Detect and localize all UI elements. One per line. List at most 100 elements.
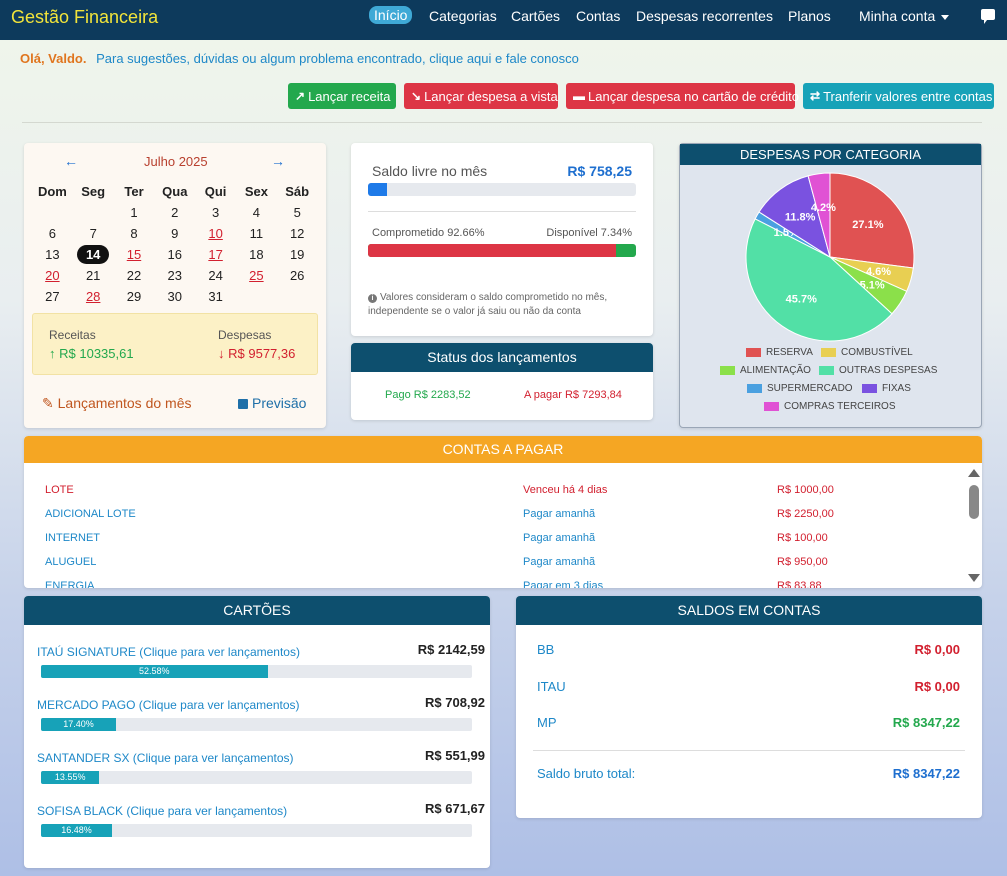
calendar-day[interactable]: 2 bbox=[154, 205, 195, 220]
calendar-day[interactable]: 28 bbox=[73, 289, 114, 304]
calendar-day[interactable]: 20 bbox=[32, 268, 73, 283]
calendar-day[interactable]: 8 bbox=[114, 226, 155, 241]
legend-supermercado[interactable]: SUPERMERCADO bbox=[747, 383, 853, 394]
account-name[interactable]: MP bbox=[537, 715, 557, 730]
legend-swatch bbox=[746, 348, 761, 357]
calendar-day[interactable]: 10 bbox=[195, 226, 236, 241]
transferir-valores-button[interactable]: ⇄ Tranferir valores entre contas bbox=[803, 83, 994, 109]
calendar-day[interactable]: 7 bbox=[73, 226, 114, 241]
pie-slice-label: 45.7% bbox=[786, 293, 817, 305]
brand-title[interactable]: Gestão Financeira bbox=[11, 7, 158, 28]
calendar-day[interactable]: 22 bbox=[114, 268, 155, 283]
cartoes-card: CARTÕES ITAÚ SIGNATURE (Clique para ver … bbox=[24, 596, 490, 868]
calendar-day[interactable]: 15 bbox=[114, 247, 155, 262]
calendar-day[interactable]: 17 bbox=[195, 247, 236, 262]
nav-minha-conta[interactable]: Minha conta bbox=[859, 8, 950, 24]
lancamentos-mes-link[interactable]: ✎ Lançamentos do mês bbox=[42, 395, 191, 412]
calendar-day[interactable]: 26 bbox=[277, 268, 318, 283]
calendar-day[interactable]: 5 bbox=[277, 205, 318, 220]
calendar-day[interactable]: 3 bbox=[195, 205, 236, 220]
calendar-day[interactable]: 29 bbox=[114, 289, 155, 304]
calendar-day[interactable]: 1 bbox=[114, 205, 155, 220]
previsao-link[interactable]: Previsão bbox=[238, 395, 306, 411]
legend-label: COMPRAS TERCEIROS bbox=[784, 401, 896, 412]
comprometido-label: Comprometido 92.66% bbox=[372, 227, 485, 239]
account-name[interactable]: ITAU bbox=[537, 679, 566, 694]
calendar-day[interactable]: 30 bbox=[154, 289, 195, 304]
lancar-despesa-cartao-button[interactable]: ▬ Lançar despesa no cartão de crédito bbox=[566, 83, 799, 109]
calendar-day[interactable]: 6 bbox=[32, 226, 73, 241]
nav-inicio[interactable]: Início bbox=[369, 6, 413, 24]
cartao-value: R$ 708,92 bbox=[425, 695, 485, 710]
trend-up-icon: ↗ bbox=[295, 89, 306, 103]
nav-contas[interactable]: Contas bbox=[576, 8, 620, 24]
cartao-usage-fill: 13.55% bbox=[41, 771, 100, 784]
nav-cartoes[interactable]: Cartões bbox=[511, 8, 560, 24]
account-name[interactable]: BB bbox=[537, 642, 554, 657]
calendar-day[interactable]: 24 bbox=[195, 268, 236, 283]
feedback-link[interactable]: Para sugestões, dúvidas ou algum problem… bbox=[96, 51, 579, 66]
calendar-day[interactable]: 16 bbox=[154, 247, 195, 262]
calendar-day[interactable]: 18 bbox=[236, 247, 277, 262]
conta-name: ENERGIA bbox=[45, 580, 95, 588]
contas-scrollbar[interactable] bbox=[964, 463, 982, 588]
cartao-link[interactable]: SOFISA BLACK (Clique para ver lançamento… bbox=[37, 804, 287, 818]
cartao-link[interactable]: MERCADO PAGO (Clique para ver lançamento… bbox=[37, 698, 300, 712]
arrow-left-icon[interactable]: ← bbox=[64, 153, 78, 169]
legend-alimentacao[interactable]: ALIMENTAÇÃO bbox=[720, 365, 811, 376]
legend-reserva[interactable]: RESERVA bbox=[746, 347, 813, 358]
pencil-icon: ✎ bbox=[42, 395, 58, 411]
cartao-value: R$ 551,99 bbox=[425, 748, 485, 763]
lancar-despesa-vista-label: Lançar despesa a vista bbox=[424, 88, 558, 104]
conta-row[interactable]: ADICIONAL LOTE Pagar amanhã R$ 2250,00 bbox=[24, 508, 964, 528]
conta-row[interactable]: INTERNET Pagar amanhã R$ 100,00 bbox=[24, 532, 964, 552]
calendar-day[interactable]: 13 bbox=[32, 247, 73, 262]
legend-outras-despesas[interactable]: OUTRAS DESPESAS bbox=[819, 365, 937, 376]
cartao-usage-fill: 52.58% bbox=[41, 665, 268, 678]
lancar-receita-button[interactable]: ↗ Lançar receita bbox=[288, 83, 396, 109]
chat-icon[interactable] bbox=[981, 9, 995, 24]
conta-name: LOTE bbox=[45, 484, 74, 496]
calendar-day[interactable]: 9 bbox=[154, 226, 195, 241]
nav-planos[interactable]: Planos bbox=[788, 8, 831, 24]
scroll-thumb[interactable] bbox=[969, 485, 979, 519]
calendar-day[interactable]: 31 bbox=[195, 289, 236, 304]
conta-value: R$ 83,88 bbox=[777, 580, 822, 588]
calendar-day[interactable]: 23 bbox=[154, 268, 195, 283]
conta-row[interactable]: ENERGIA Pagar em 3 dias R$ 83,88 bbox=[24, 580, 964, 588]
saldo-bruto-label: Saldo bruto total: bbox=[537, 766, 636, 781]
conta-value: R$ 2250,00 bbox=[777, 508, 834, 520]
calendar-day[interactable]: 21 bbox=[73, 268, 114, 283]
nav-despesas-recorrentes[interactable]: Despesas recorrentes bbox=[636, 8, 773, 24]
legend-compras-terceiros[interactable]: COMPRAS TERCEIROS bbox=[764, 401, 896, 412]
month-totals: Receitas ↑ R$ 10335,61 Despesas ↓ R$ 957… bbox=[32, 313, 318, 375]
calendar-day[interactable]: 19 bbox=[277, 247, 318, 262]
conta-status: Pagar amanhã bbox=[523, 532, 596, 544]
saldo-bruto-value: R$ 8347,22 bbox=[892, 766, 960, 781]
despesas-label: Despesas bbox=[218, 328, 272, 342]
scroll-down-icon[interactable] bbox=[968, 574, 980, 582]
divider bbox=[22, 122, 982, 123]
calendar-day[interactable]: 11 bbox=[236, 226, 277, 241]
cartao-usage-bar: 17.40% bbox=[41, 718, 472, 731]
arrow-right-icon[interactable]: → bbox=[271, 153, 285, 169]
scroll-up-icon[interactable] bbox=[968, 469, 980, 477]
conta-row[interactable]: LOTE Venceu há 4 dias R$ 1000,00 bbox=[24, 484, 964, 504]
calendar-day[interactable]: 27 bbox=[32, 289, 73, 304]
conta-value: R$ 1000,00 bbox=[777, 484, 834, 496]
calendar-day[interactable]: 14 bbox=[73, 245, 114, 264]
legend-combustivel[interactable]: COMBUSTÍVEL bbox=[821, 347, 913, 358]
cartao-link[interactable]: SANTANDER SX (Clique para ver lançamento… bbox=[37, 751, 294, 765]
cartao-link[interactable]: ITAÚ SIGNATURE (Clique para ver lançamen… bbox=[37, 645, 300, 659]
chevron-down-icon bbox=[941, 14, 950, 20]
nav-categorias[interactable]: Categorias bbox=[429, 8, 497, 24]
conta-row[interactable]: ALUGUEL Pagar amanhã R$ 950,00 bbox=[24, 556, 964, 576]
legend-swatch bbox=[720, 366, 735, 375]
calendar-day[interactable]: 25 bbox=[236, 268, 277, 283]
despesas-amount: R$ 9577,36 bbox=[228, 346, 296, 361]
calendar-day[interactable]: 12 bbox=[277, 226, 318, 241]
saldo-note: i Valores consideram o saldo comprometido… bbox=[368, 291, 638, 319]
calendar-day[interactable]: 4 bbox=[236, 205, 277, 220]
lancar-despesa-vista-button[interactable]: ↘ Lançar despesa a vista bbox=[404, 83, 558, 109]
legend-fixas[interactable]: FIXAS bbox=[862, 383, 911, 394]
